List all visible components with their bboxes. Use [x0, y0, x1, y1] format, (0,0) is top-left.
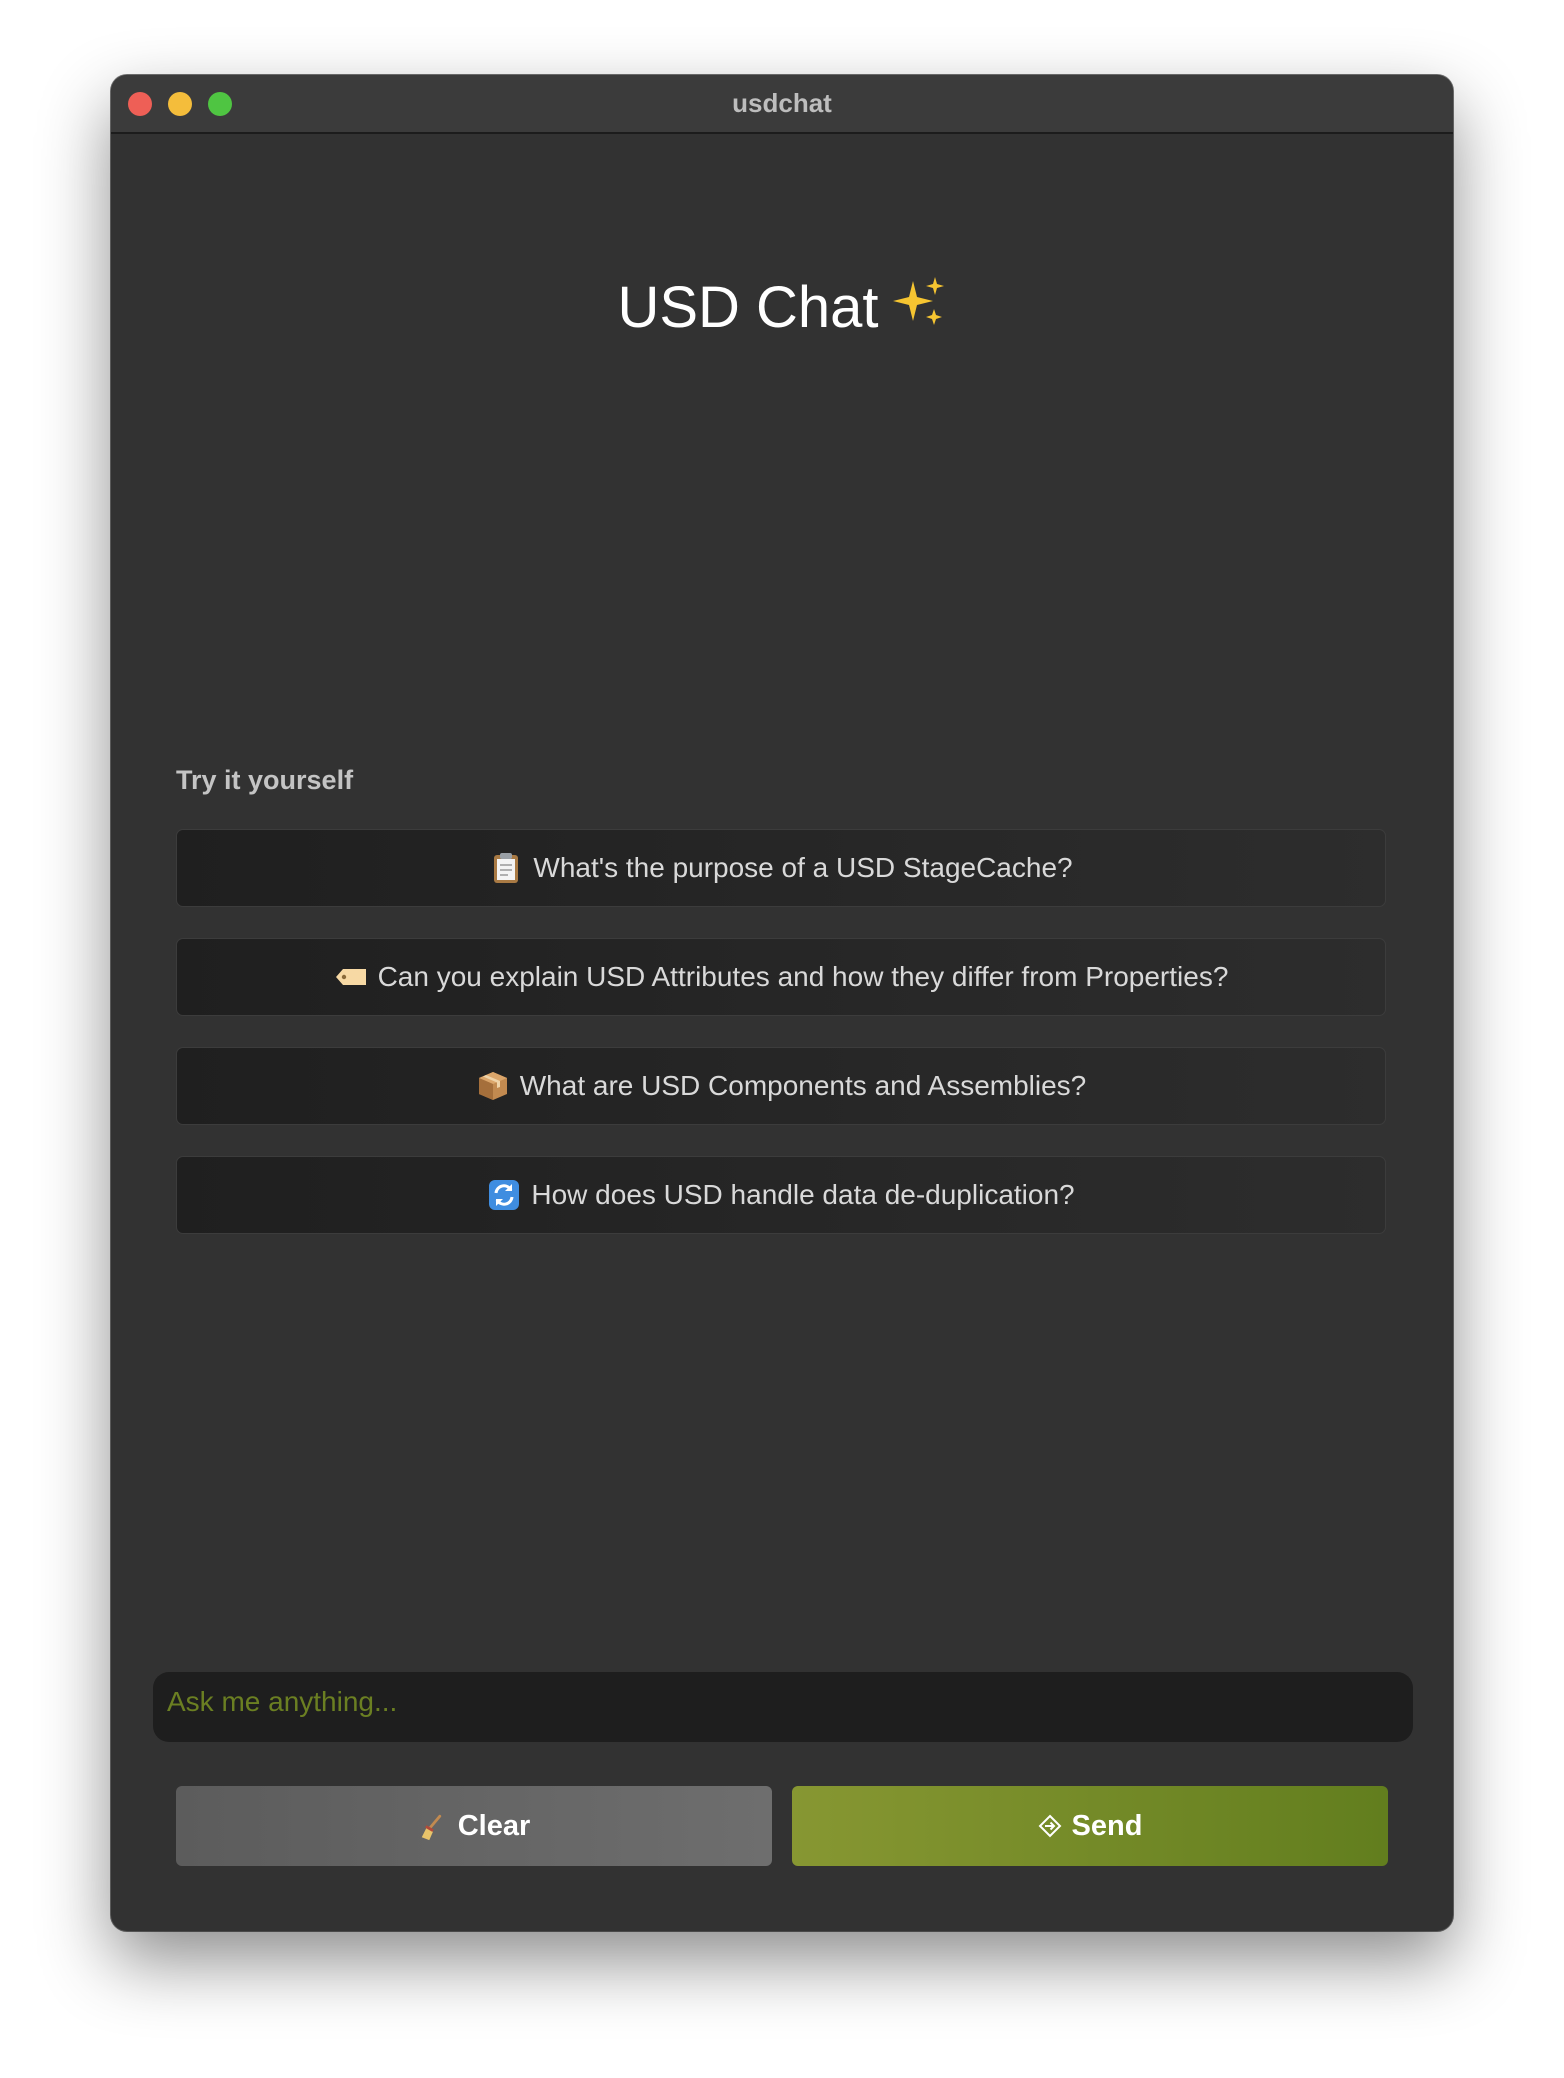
- refresh-icon: [487, 1178, 521, 1212]
- suggestion-text: What's the purpose of a USD StageCache?: [533, 852, 1073, 883]
- suggestion-button-deduplication[interactable]: How does USD handle data de-duplication?: [176, 1156, 1386, 1234]
- clear-button[interactable]: Clear: [176, 1786, 772, 1866]
- suggestions-label: Try it yourself: [176, 765, 354, 795]
- sparkles-icon: [891, 274, 947, 330]
- suggestion-button-stagecache[interactable]: What's the purpose of a USD StageCache?: [176, 829, 1386, 907]
- send-button[interactable]: Send: [792, 1786, 1388, 1866]
- broom-icon: [418, 1811, 448, 1841]
- suggestion-text: Can you explain USD Attributes and how t…: [377, 961, 1229, 992]
- package-icon: [476, 1069, 510, 1103]
- app-window: usdchat USD Chat Try it yourself What's …: [111, 75, 1453, 1931]
- page-title-text: USD Chat: [617, 275, 879, 340]
- suggestion-text: What are USD Components and Assemblies?: [519, 1070, 1087, 1101]
- label-tag-icon: [334, 960, 368, 994]
- window-title: usdchat: [732, 88, 832, 118]
- suggestion-button-attributes[interactable]: Can you explain USD Attributes and how t…: [176, 938, 1386, 1016]
- page-title: USD Chat: [111, 270, 1453, 346]
- send-button-label: Send: [1071, 1809, 1143, 1842]
- clear-button-label: Clear: [457, 1809, 531, 1842]
- chat-input[interactable]: [153, 1672, 1413, 1742]
- diamond-arrow-icon: [1038, 1814, 1062, 1838]
- clipboard-icon: [489, 851, 523, 885]
- suggestion-text: How does USD handle data de-duplication?: [531, 1179, 1075, 1210]
- title-bar[interactable]: usdchat: [111, 75, 1453, 134]
- suggestion-button-components[interactable]: What are USD Components and Assemblies?: [176, 1047, 1386, 1125]
